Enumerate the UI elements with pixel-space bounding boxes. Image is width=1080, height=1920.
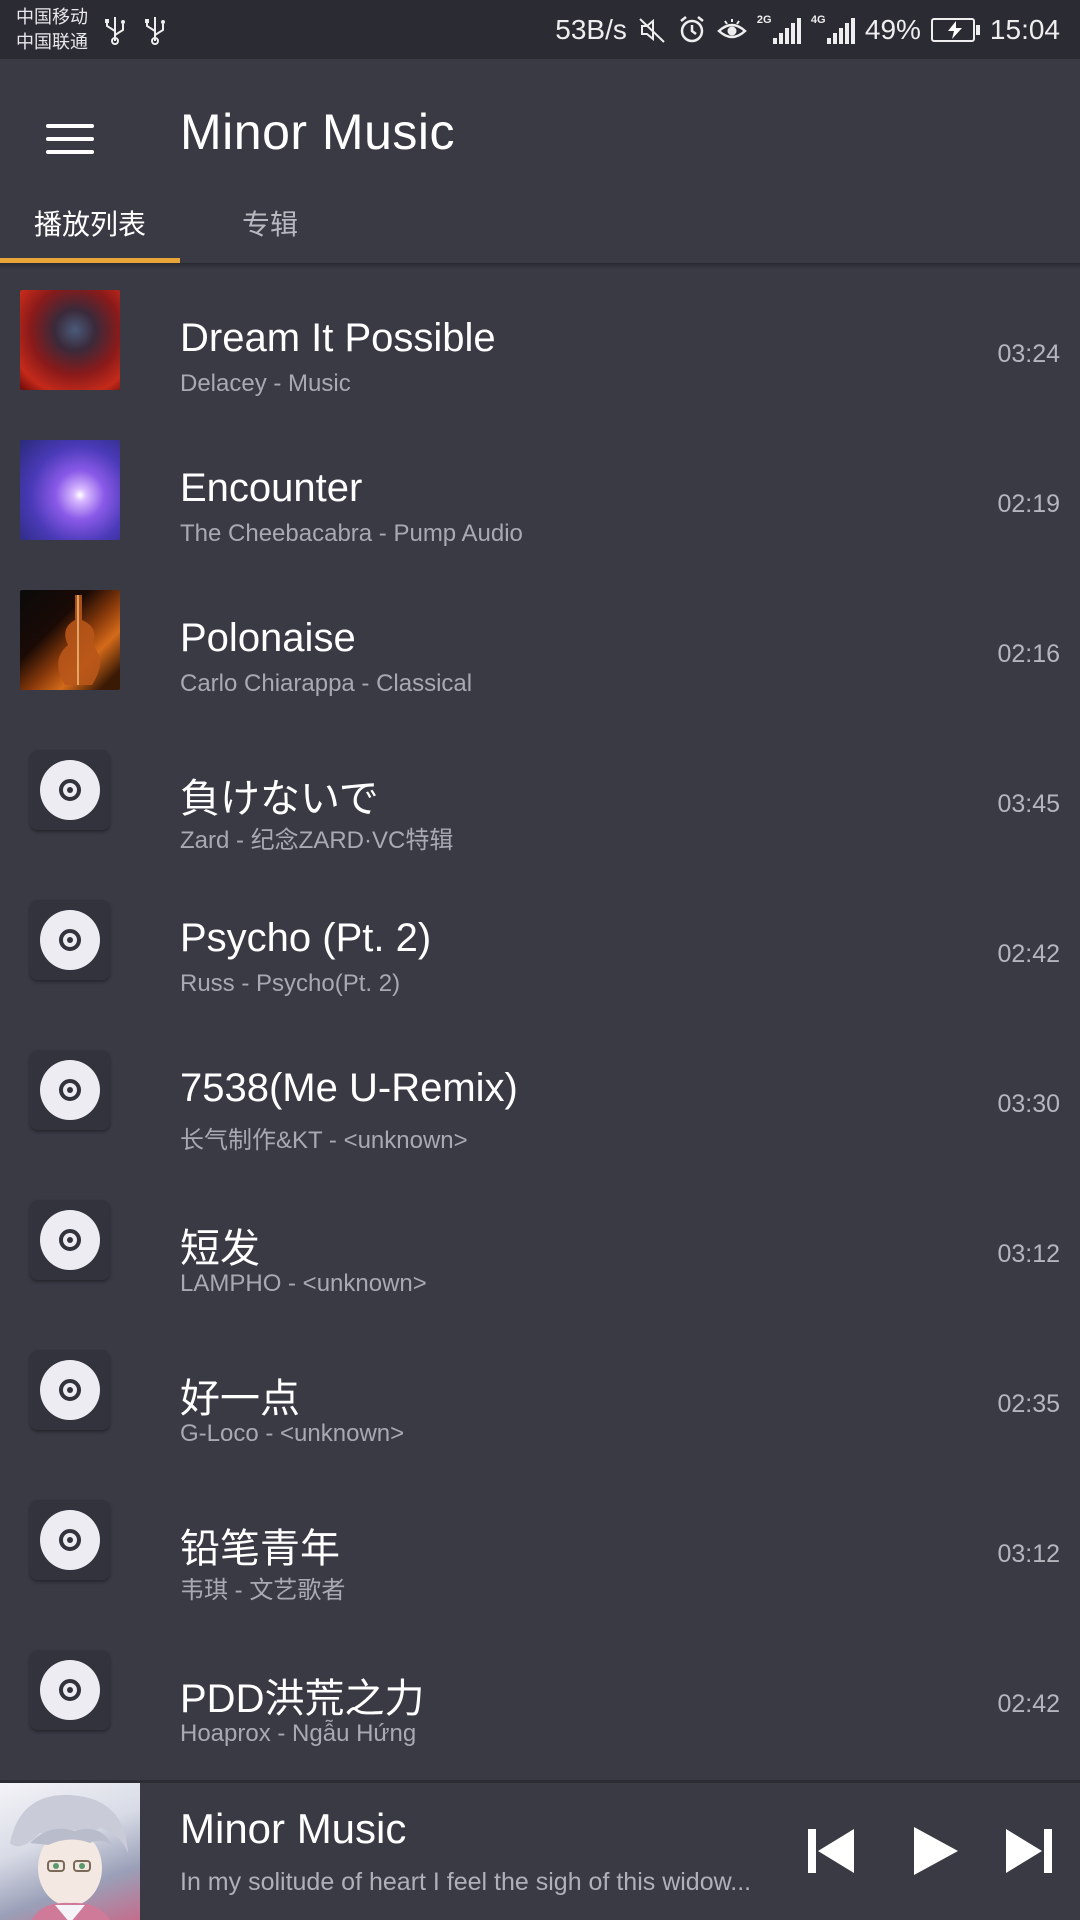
tab-albums[interactable]: 专辑 [180, 199, 360, 263]
song-artist-album: 韦琪 - 文艺歌者 [180, 1577, 346, 1604]
net-type-1: 2G [756, 13, 772, 26]
song-artist-album: Russ - Psycho(Pt. 2) [180, 970, 401, 997]
song-duration: 02:35 [997, 1390, 1060, 1418]
song-row[interactable]: Psycho (Pt. 2) Russ - Psycho(Pt. 2) 02:42 [0, 890, 1080, 1040]
mute-icon [639, 17, 665, 43]
usb-icon [145, 16, 165, 45]
song-artist-album: Delacey - Music [180, 370, 351, 397]
hamburger-menu-icon[interactable] [42, 111, 98, 167]
skip-previous-icon [808, 1829, 854, 1873]
song-list: Dream It Possible Delacey - Music 03:24 Enc… [0, 290, 1080, 1790]
status-bar: 中国移动 中国联通 53B/s 2G 4G 49% 15:04 [0, 0, 1080, 59]
song-title: 好一点 [180, 1377, 300, 1421]
anime-portrait-art [10, 1794, 128, 1920]
album-art-thumbnail [20, 440, 120, 540]
net-speed: 53B/s [555, 13, 627, 45]
song-artist-album: 长气制作&KT - <unknown> [180, 1127, 468, 1154]
status-left: 中国移动 中国联通 [16, 5, 168, 55]
song-duration: 03:30 [997, 1090, 1060, 1118]
song-title: PDD洪荒之力 [180, 1677, 425, 1721]
default-disc-icon [30, 750, 110, 830]
carrier-1: 中国移动 [16, 6, 88, 27]
net-type-2: 4G [810, 13, 826, 26]
app-bar: Minor Music 播放列表 专辑 [0, 59, 1080, 263]
skip-next-icon [1006, 1829, 1052, 1873]
song-duration: 02:19 [997, 490, 1060, 518]
song-artist-album: Carlo Chiarappa - Classical [180, 670, 473, 697]
song-row[interactable]: 7538(Me U-Remix) 长气制作&KT - <unknown> 03:30 [0, 1040, 1080, 1190]
song-row[interactable]: Dream It Possible Delacey - Music 03:24 [0, 290, 1080, 440]
signal-icon: 4G [810, 13, 855, 44]
usb-icon [105, 16, 125, 45]
alarm-icon [680, 15, 704, 42]
song-duration: 03:45 [997, 790, 1060, 818]
signal-icon: 2G [756, 13, 801, 44]
default-disc-icon [30, 1500, 110, 1580]
play-icon [914, 1827, 958, 1875]
song-artist-album: G-Loco - <unknown> [180, 1420, 405, 1447]
tab-bar: 播放列表 专辑 [0, 199, 360, 263]
carrier-2: 中国联通 [16, 31, 88, 52]
default-disc-icon [30, 1050, 110, 1130]
song-row[interactable]: Polonaise Carlo Chiarappa - Classical 02:1… [0, 590, 1080, 740]
carrier-names: 中国移动 中国联通 [16, 5, 88, 55]
song-title: 铅笔青年 [180, 1527, 340, 1571]
next-track-button[interactable] [1000, 1821, 1060, 1881]
song-row[interactable]: 負けないで Zard - 纪念ZARD·VC特辑 03:45 [0, 740, 1080, 890]
song-duration: 03:12 [997, 1240, 1060, 1268]
album-art-thumbnail [20, 290, 120, 390]
default-disc-icon [30, 900, 110, 980]
song-row[interactable]: 好一点 G-Loco - <unknown> 02:35 [0, 1340, 1080, 1490]
song-artist-album: Zard - 纪念ZARD·VC特辑 [180, 827, 454, 854]
song-artist-album: The Cheebacabra - Pump Audio [180, 520, 523, 547]
song-row[interactable]: 短发 LAMPHO - <unknown> 03:12 [0, 1190, 1080, 1340]
song-duration: 02:16 [997, 640, 1060, 668]
default-disc-icon [30, 1650, 110, 1730]
previous-track-button[interactable] [800, 1821, 860, 1881]
song-title: Psycho (Pt. 2) [180, 916, 432, 960]
status-right: 53B/s 2G 4G 49% 15:04 [555, 14, 1060, 46]
song-row[interactable]: PDD洪荒之力 Hoaprox - Ngẫu Hứng 02:42 [0, 1640, 1080, 1790]
song-artist-album: LAMPHO - <unknown> [180, 1270, 427, 1297]
default-disc-icon [30, 1200, 110, 1280]
song-duration: 03:24 [997, 340, 1060, 368]
song-duration: 02:42 [997, 1690, 1060, 1718]
app-title: Minor Music [180, 104, 455, 160]
song-title: Encounter [180, 466, 363, 510]
song-duration: 02:42 [997, 940, 1060, 968]
song-row[interactable]: Encounter The Cheebacabra - Pump Audio 02:… [0, 440, 1080, 590]
battery-icon [930, 17, 980, 42]
song-title: 短发 [180, 1227, 260, 1271]
now-playing-bar[interactable]: Minor Music In my solitude of heart I fe… [0, 1780, 1080, 1920]
now-playing-album-art[interactable] [0, 1783, 140, 1920]
default-disc-icon [30, 1350, 110, 1430]
app-bar-shadow [0, 263, 1080, 269]
eye-comfort-icon [717, 18, 747, 38]
now-playing-subtitle: In my solitude of heart I feel the sigh … [180, 1868, 752, 1896]
song-title: 7538(Me U-Remix) [180, 1066, 518, 1110]
tab-playlist[interactable]: 播放列表 [0, 199, 180, 263]
play-button[interactable] [904, 1821, 964, 1881]
song-title: Dream It Possible [180, 316, 496, 360]
song-title: 負けないで [180, 777, 379, 821]
battery-percent: 49% [864, 13, 921, 45]
song-title: Polonaise [180, 616, 356, 660]
song-duration: 03:12 [997, 1540, 1060, 1568]
now-playing-title: Minor Music [180, 1805, 407, 1852]
album-art-thumbnail [20, 590, 120, 690]
song-row[interactable]: 铅笔青年韦琪 - 文艺歌者 03:12 [0, 1490, 1080, 1640]
song-artist-album: Hoaprox - Ngẫu Hứng [180, 1720, 417, 1747]
clock: 15:04 [989, 13, 1060, 45]
